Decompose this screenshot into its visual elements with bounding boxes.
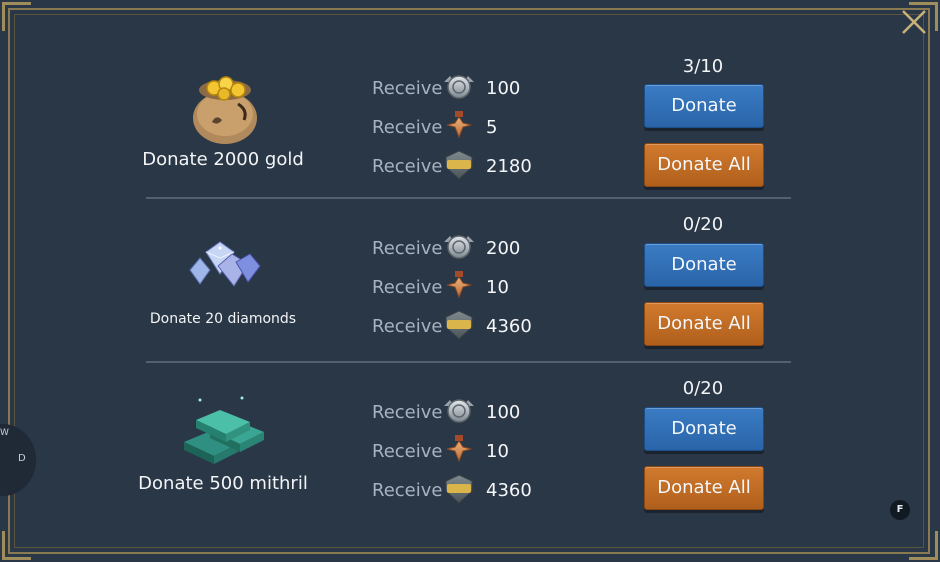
diamonds-icon <box>180 230 270 310</box>
donation-item-label: Donate 20 diamonds <box>149 311 297 327</box>
exp-badge-icon <box>445 310 473 340</box>
reward-row: Receive 10 <box>372 271 572 301</box>
donation-row-gold: Donate 2000 gold Receive 100 Receive 5 R… <box>0 40 940 200</box>
reward-label: Receive <box>372 238 443 259</box>
donation-row-diamonds: Donate 20 diamonds Receive 200 Receive 1… <box>0 200 940 360</box>
reward-row: Receive 4360 <box>372 310 572 340</box>
reward-row: Receive 4360 <box>372 474 572 504</box>
f-key-badge[interactable]: F <box>890 500 910 520</box>
donation-counter: 0/20 <box>682 378 724 399</box>
row-divider <box>146 361 791 363</box>
exp-badge-icon <box>445 150 473 180</box>
donate-button[interactable]: Donate <box>644 243 764 287</box>
donate-all-button[interactable]: Donate All <box>644 143 764 187</box>
reward-label: Receive <box>372 117 443 138</box>
donate-button[interactable]: Donate <box>644 84 764 128</box>
silver-medal-icon <box>444 235 474 259</box>
donate-all-button[interactable]: Donate All <box>644 302 764 346</box>
donate-all-button[interactable]: Donate All <box>644 466 764 510</box>
frame-corner-bottom-right <box>909 531 938 560</box>
reward-amount: 100 <box>486 402 521 423</box>
silver-medal-icon <box>444 399 474 423</box>
donation-row-mithril: Donate 500 mithril Receive 100 Receive 1… <box>0 364 940 524</box>
donation-counter: 0/20 <box>682 214 724 235</box>
bronze-cross-medal-icon <box>446 435 472 463</box>
reward-label: Receive <box>372 316 443 337</box>
reward-amount: 10 <box>486 441 509 462</box>
reward-label: Receive <box>372 480 443 501</box>
row-divider <box>146 197 791 199</box>
reward-row: Receive 2180 <box>372 150 572 180</box>
reward-row: Receive 10 <box>372 435 572 465</box>
frame-corner-top-left <box>2 2 31 31</box>
reward-label: Receive <box>372 277 443 298</box>
donation-counter: 3/10 <box>682 56 724 77</box>
reward-label: Receive <box>372 78 443 99</box>
reward-amount: 10 <box>486 277 509 298</box>
side-shortcut-label: D <box>18 453 26 464</box>
bronze-cross-medal-icon <box>446 111 472 139</box>
reward-row: Receive 5 <box>372 111 572 141</box>
reward-amount: 2180 <box>486 156 532 177</box>
frame-corner-bottom-left <box>2 531 31 560</box>
donate-button[interactable]: Donate <box>644 407 764 451</box>
reward-label: Receive <box>372 441 443 462</box>
reward-amount: 5 <box>486 117 498 138</box>
reward-amount: 200 <box>486 238 521 259</box>
reward-label: Receive <box>372 156 443 177</box>
close-button[interactable] <box>898 6 930 38</box>
reward-row: Receive 100 <box>372 396 572 426</box>
reward-amount: 4360 <box>486 480 532 501</box>
reward-row: Receive 200 <box>372 232 572 262</box>
reward-row: Receive 100 <box>372 72 572 102</box>
side-edge-label: W <box>0 428 9 438</box>
bronze-cross-medal-icon <box>446 271 472 299</box>
reward-label: Receive <box>372 402 443 423</box>
mithril-bars-icon <box>180 390 270 470</box>
silver-medal-icon <box>444 75 474 99</box>
reward-amount: 100 <box>486 78 521 99</box>
donation-item-label: Donate 2000 gold <box>142 149 304 170</box>
reward-amount: 4360 <box>486 316 532 337</box>
donation-item-label: Donate 500 mithril <box>138 473 308 494</box>
exp-badge-icon <box>445 474 473 504</box>
close-x-icon <box>902 10 926 34</box>
gold-bag-icon <box>180 66 270 146</box>
